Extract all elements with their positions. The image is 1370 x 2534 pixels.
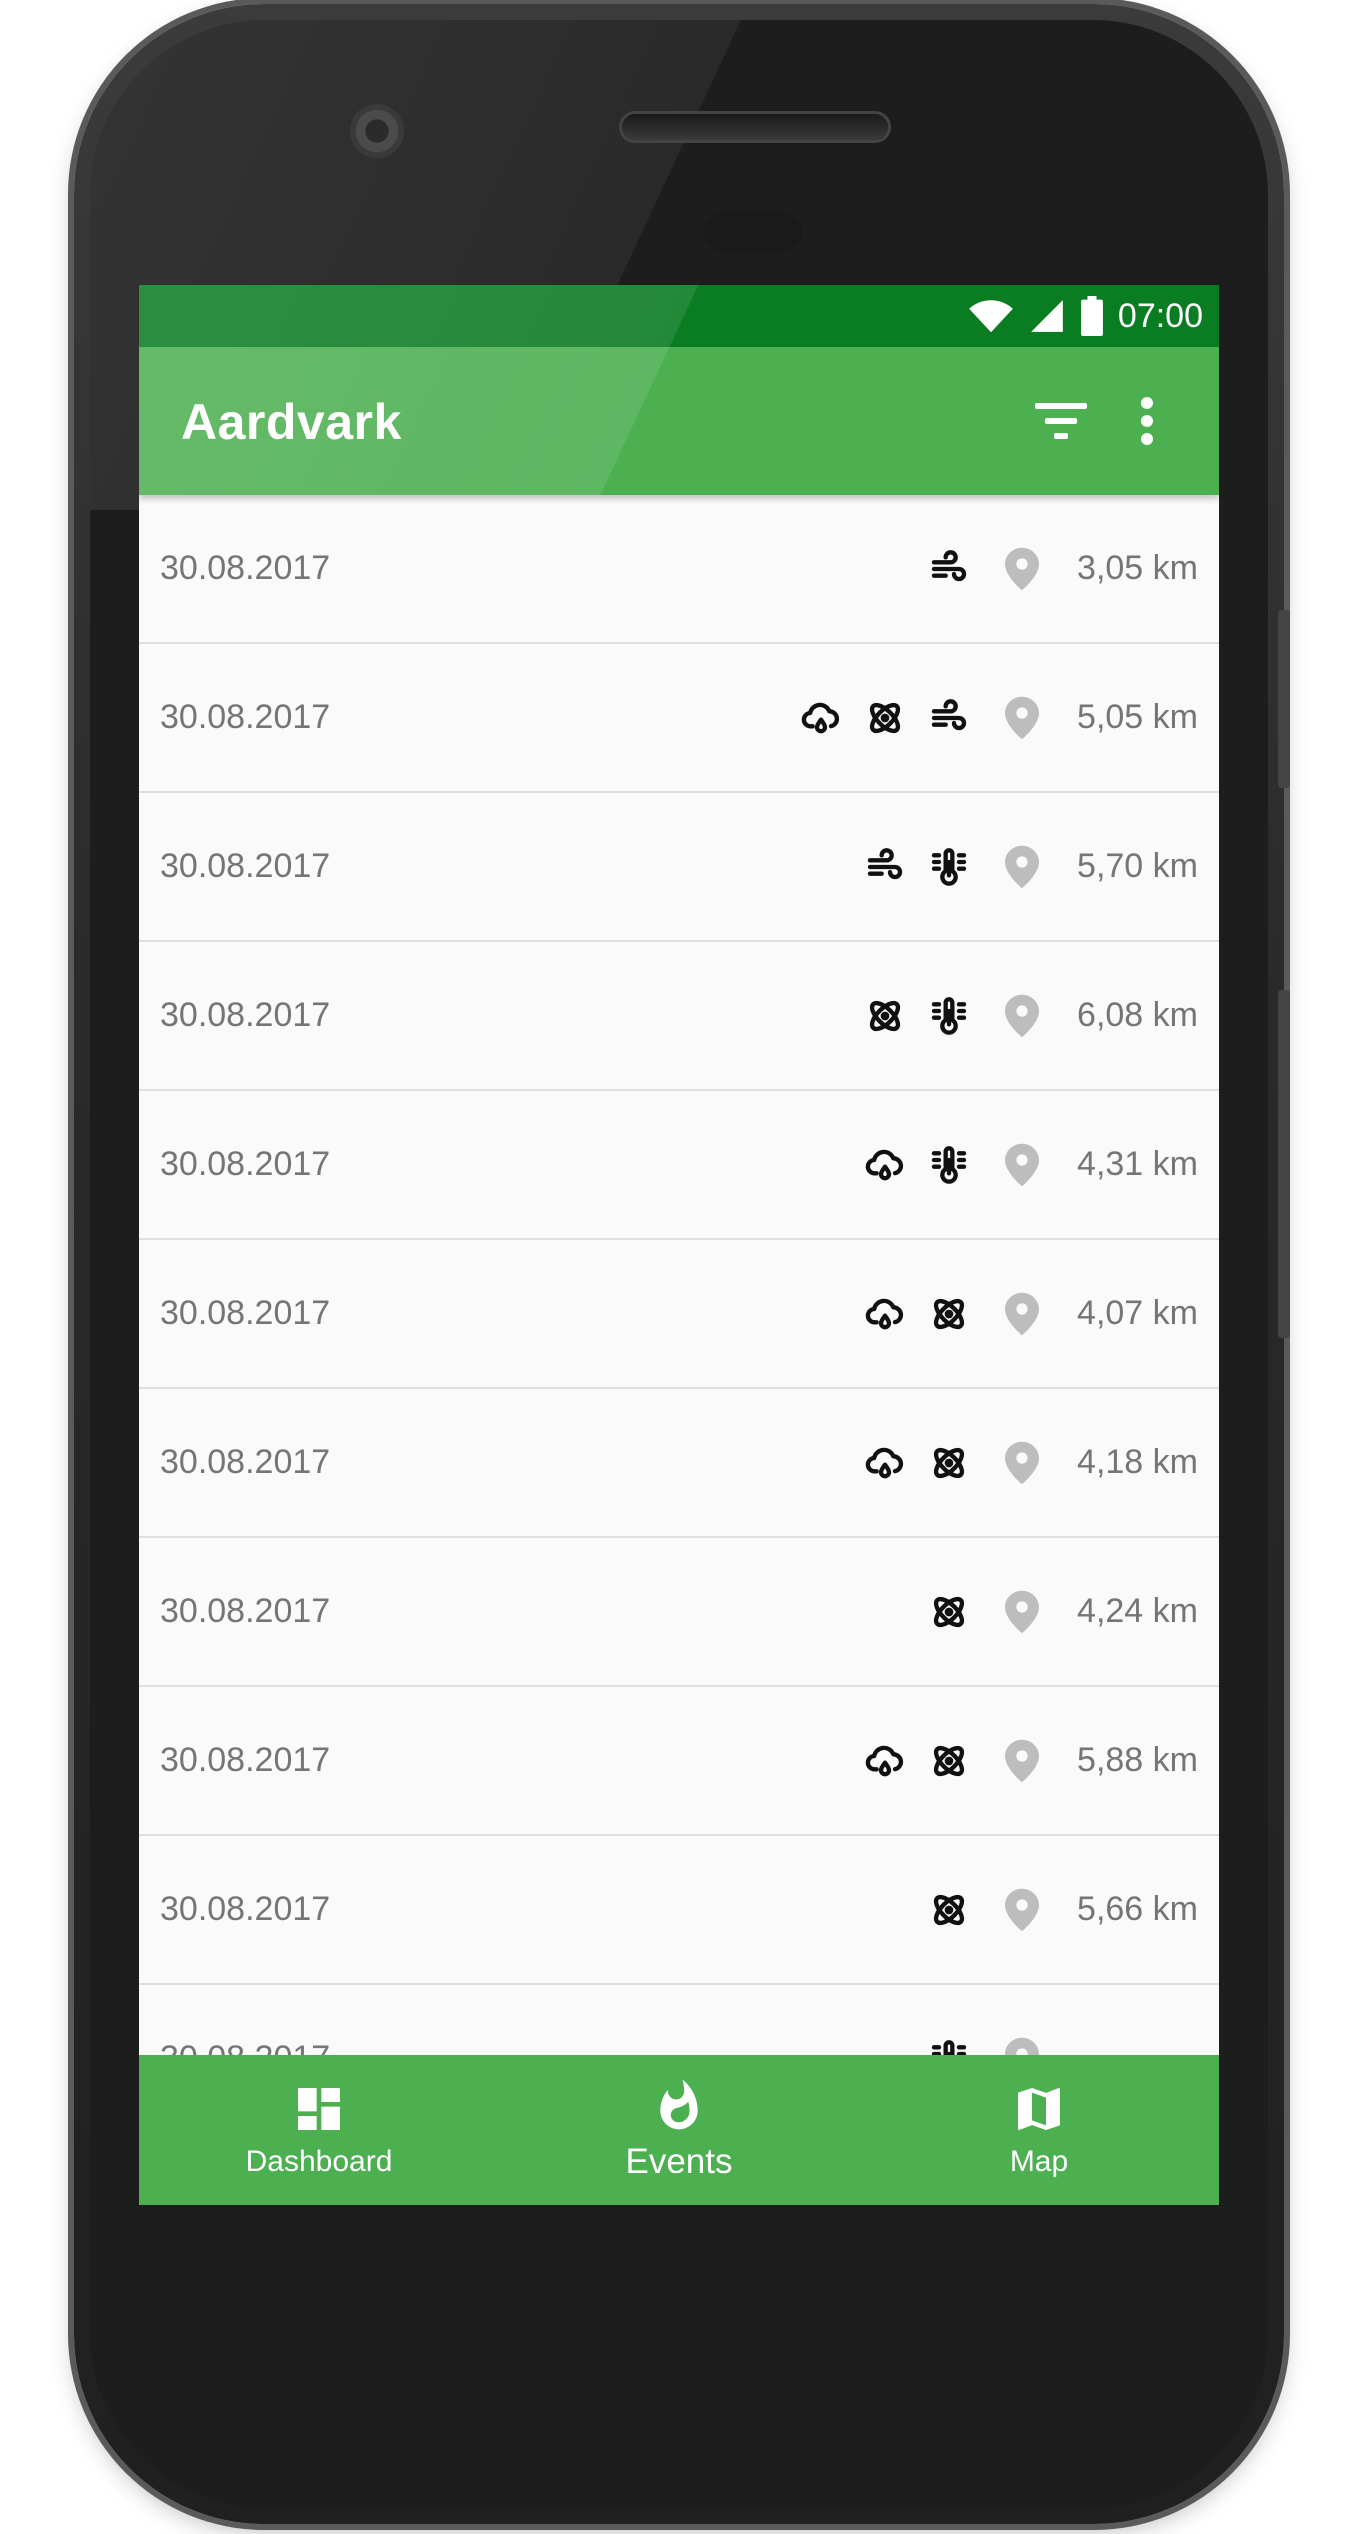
location-pin-icon xyxy=(1005,696,1039,739)
event-distance: 5,66 km xyxy=(1077,1890,1198,1928)
event-row[interactable]: 30.08.2017 5,70 km xyxy=(139,793,1219,942)
hazard-icons xyxy=(929,1890,969,1930)
nav-map-label: Map xyxy=(1009,2145,1069,2178)
earpiece-speaker xyxy=(622,114,888,140)
event-row[interactable]: 30.08.2017 5,88 km xyxy=(139,1687,1219,1836)
more-vert-icon xyxy=(1141,397,1153,445)
rain-icon xyxy=(801,702,840,733)
event-distance: 6,08 km xyxy=(1077,996,1198,1034)
event-distance: 4,18 km xyxy=(1077,1443,1198,1481)
event-distance: 5,70 km xyxy=(1077,847,1198,885)
wind-icon xyxy=(931,698,967,730)
radiation-icon xyxy=(933,1447,965,1478)
event-row[interactable]: 30.08.2017 5,66 km xyxy=(139,1836,1219,1985)
radiation-icon xyxy=(933,1894,965,1925)
flame-icon xyxy=(660,2079,698,2130)
location-pin-icon xyxy=(1005,1590,1039,1633)
nav-dashboard[interactable]: Dashboard xyxy=(139,2055,499,2205)
app-screen: 07:00 Aardvark 30.08.2017 3,05 km 30.08.20… xyxy=(139,285,1219,2205)
wifi-icon xyxy=(969,300,1013,333)
hazard-icons xyxy=(865,1294,969,1334)
event-distance: 4,24 km xyxy=(1077,1592,1198,1630)
event-row[interactable]: 30.08.2017 4,07 km xyxy=(139,1240,1219,1389)
map-icon xyxy=(1018,2088,1060,2130)
volume-button xyxy=(1278,990,1290,1338)
event-row[interactable]: 30.08.2017 4,18 km xyxy=(139,1389,1219,1538)
radiation-icon xyxy=(933,1745,965,1776)
event-row[interactable]: 30.08.2017 4,24 km xyxy=(139,1538,1219,1687)
proximity-sensor xyxy=(704,212,802,252)
event-date: 30.08.2017 xyxy=(160,549,331,587)
nav-events[interactable]: Events xyxy=(499,2055,859,2205)
event-list[interactable]: 30.08.2017 3,05 km 30.08.2017 5,05 km 30.08.… xyxy=(139,495,1219,2134)
hazard-icons xyxy=(865,1145,969,1185)
overflow-menu-button[interactable] xyxy=(1107,381,1187,461)
event-date: 30.08.2017 xyxy=(160,847,331,885)
app-title: Aardvark xyxy=(181,394,402,450)
dashboard-icon xyxy=(298,2088,340,2130)
hazard-icons xyxy=(865,1443,969,1483)
event-row[interactable]: 30.08.2017 4,31 km xyxy=(139,1091,1219,1240)
location-pin-icon xyxy=(1005,1143,1039,1186)
hazard-icons xyxy=(929,1592,969,1632)
event-date: 30.08.2017 xyxy=(160,698,331,736)
nav-events-label: Events xyxy=(625,2142,733,2181)
location-pin-icon xyxy=(1005,1292,1039,1335)
hazard-icons xyxy=(801,698,969,738)
rain-icon xyxy=(865,1298,904,1329)
hazard-icons xyxy=(865,1741,969,1781)
hazard-icons xyxy=(865,996,969,1036)
location-pin-icon xyxy=(1005,1739,1039,1782)
app-bar: Aardvark xyxy=(139,285,1219,495)
bottom-navigation: Dashboard Events Map xyxy=(139,2055,1219,2205)
wind-icon xyxy=(931,549,967,581)
event-date: 30.08.2017 xyxy=(160,1145,331,1183)
location-pin-icon xyxy=(1005,845,1039,888)
radiation-icon xyxy=(869,702,901,733)
front-camera xyxy=(350,104,404,158)
event-distance: 4,31 km xyxy=(1077,1145,1198,1183)
event-date: 30.08.2017 xyxy=(160,1890,331,1928)
event-distance: 4,07 km xyxy=(1077,1294,1198,1332)
status-time: 07:00 xyxy=(1117,296,1203,335)
hazard-icons xyxy=(929,549,969,589)
radiation-icon xyxy=(933,1298,965,1329)
event-date: 30.08.2017 xyxy=(160,1741,331,1779)
filter-icon xyxy=(1035,403,1087,439)
status-bar: 07:00 xyxy=(139,285,1219,347)
location-pin-icon xyxy=(1005,1888,1039,1931)
event-distance: 5,05 km xyxy=(1077,698,1198,736)
location-pin-icon xyxy=(1005,1441,1039,1484)
power-button xyxy=(1278,610,1290,788)
event-distance: 3,05 km xyxy=(1077,549,1198,587)
event-date: 30.08.2017 xyxy=(160,1592,331,1630)
temperature-icon xyxy=(931,1145,967,1184)
event-date: 30.08.2017 xyxy=(160,1294,331,1332)
nav-dashboard-label: Dashboard xyxy=(245,2145,393,2178)
hazard-icons xyxy=(865,847,969,887)
nav-map[interactable]: Map xyxy=(859,2055,1219,2205)
radiation-icon xyxy=(933,1596,965,1627)
event-date: 30.08.2017 xyxy=(160,996,331,1034)
battery-icon xyxy=(1080,296,1103,336)
rain-icon xyxy=(865,1745,904,1776)
event-distance: 5,88 km xyxy=(1077,1741,1198,1779)
cellular-signal-icon xyxy=(1031,300,1063,332)
radiation-icon xyxy=(869,1000,901,1031)
temperature-icon xyxy=(931,847,967,886)
event-row[interactable]: 30.08.2017 5,05 km xyxy=(139,644,1219,793)
event-row[interactable]: 30.08.2017 3,05 km xyxy=(139,495,1219,644)
location-pin-icon xyxy=(1005,547,1039,590)
filter-button[interactable] xyxy=(1021,381,1101,461)
event-row[interactable]: 30.08.2017 6,08 km xyxy=(139,942,1219,1091)
location-pin-icon xyxy=(1005,994,1039,1037)
wind-icon xyxy=(867,847,903,879)
temperature-icon xyxy=(931,996,967,1035)
rain-icon xyxy=(865,1149,904,1180)
rain-icon xyxy=(865,1447,904,1478)
event-date: 30.08.2017 xyxy=(160,1443,331,1481)
